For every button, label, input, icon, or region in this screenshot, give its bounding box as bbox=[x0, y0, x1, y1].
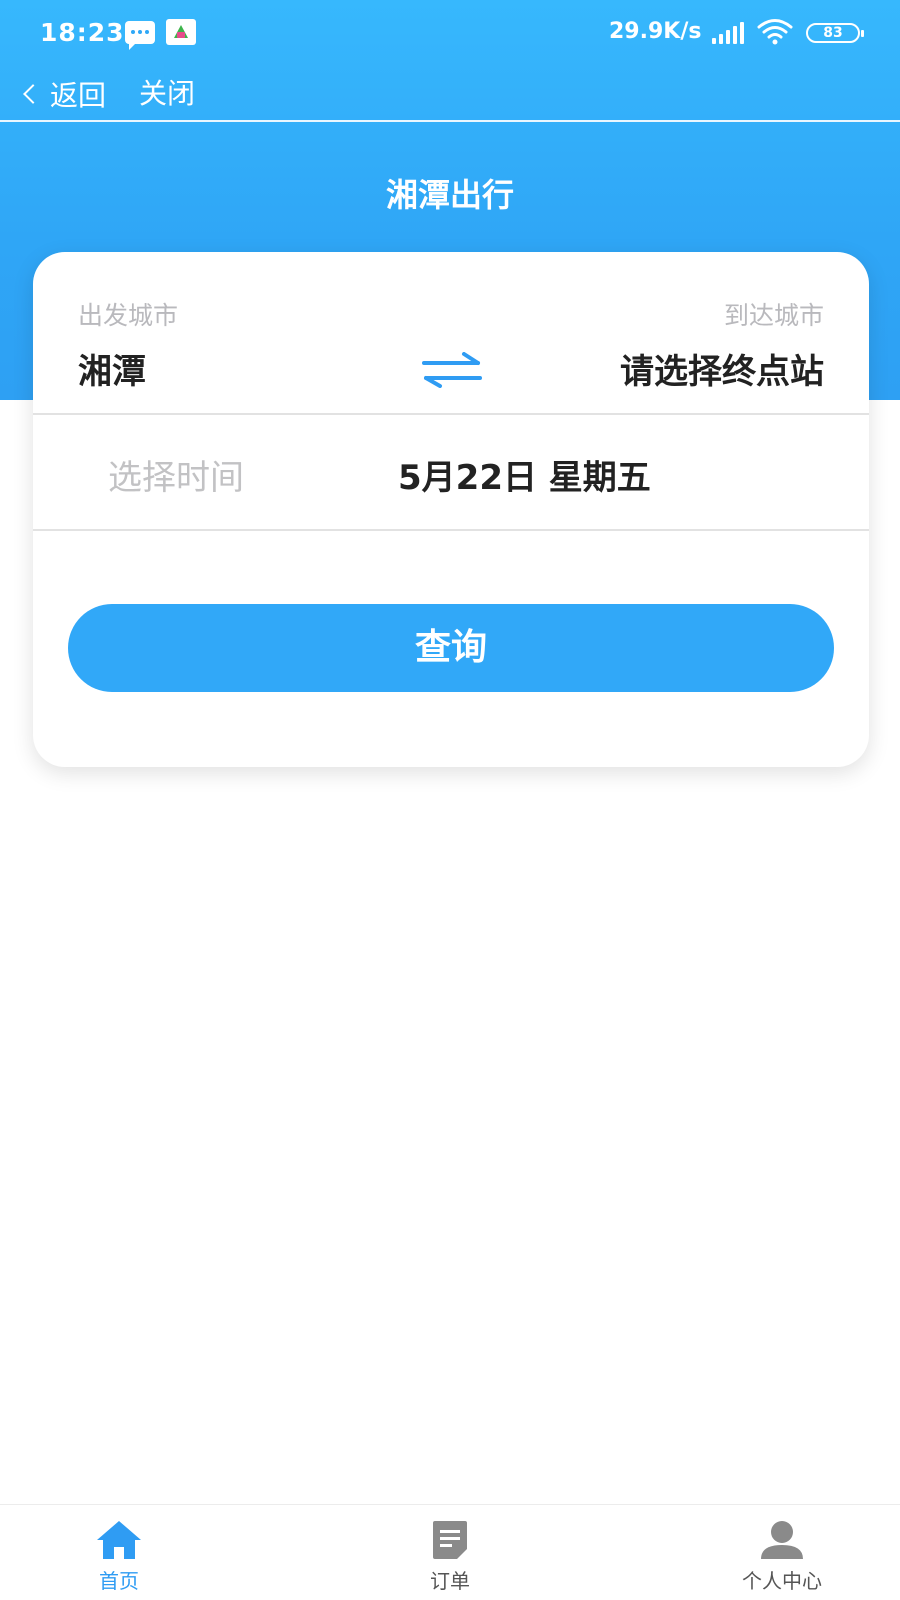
search-card: 出发城市 到达城市 湘潭 请选择终点站 选择时间 5月22日 星期五 查询 bbox=[33, 252, 869, 767]
status-time: 18:23 bbox=[40, 18, 125, 47]
tab-profile[interactable]: 个人中心 bbox=[682, 1505, 882, 1600]
tab-label: 首页 bbox=[99, 1569, 139, 1593]
tab-orders[interactable]: 订单 bbox=[350, 1505, 550, 1600]
wifi-icon bbox=[757, 19, 793, 45]
arrival-city-select[interactable]: 请选择终点站 bbox=[620, 344, 824, 393]
status-bar: 18:23 29.9K/s 83 bbox=[0, 0, 900, 66]
divider bbox=[33, 413, 869, 415]
divider bbox=[33, 529, 869, 531]
date-select[interactable]: 5月22日 星期五 bbox=[398, 450, 651, 499]
user-icon bbox=[761, 1521, 803, 1559]
swap-icon[interactable] bbox=[418, 352, 486, 388]
back-button[interactable]: 返回 bbox=[20, 76, 106, 112]
close-button[interactable]: 关闭 bbox=[139, 76, 195, 112]
app-notification-icon bbox=[166, 19, 196, 45]
orders-icon bbox=[433, 1521, 467, 1559]
network-speed: 29.9K/s bbox=[609, 19, 702, 44]
departure-city-label: 出发城市 bbox=[78, 301, 179, 330]
signal-icon bbox=[712, 22, 744, 44]
arrival-city-label: 到达城市 bbox=[723, 301, 824, 330]
battery-icon: 83 bbox=[806, 23, 864, 43]
query-button[interactable]: 查询 bbox=[68, 604, 834, 692]
chevron-left-icon bbox=[23, 84, 43, 104]
page-title: 湘潭出行 bbox=[385, 176, 514, 214]
time-label: 选择时间 bbox=[108, 458, 244, 498]
tab-label: 个人中心 bbox=[742, 1569, 822, 1593]
departure-city-select[interactable]: 湘潭 bbox=[78, 344, 146, 393]
tab-home[interactable]: 首页 bbox=[19, 1505, 219, 1600]
tab-label: 订单 bbox=[430, 1569, 470, 1593]
tab-bar: 首页 订单 个人中心 bbox=[0, 1504, 900, 1600]
home-icon bbox=[97, 1521, 141, 1559]
nav-bar: 返回 关闭 bbox=[0, 66, 900, 122]
back-label: 返回 bbox=[50, 79, 107, 112]
message-icon bbox=[125, 21, 155, 50]
